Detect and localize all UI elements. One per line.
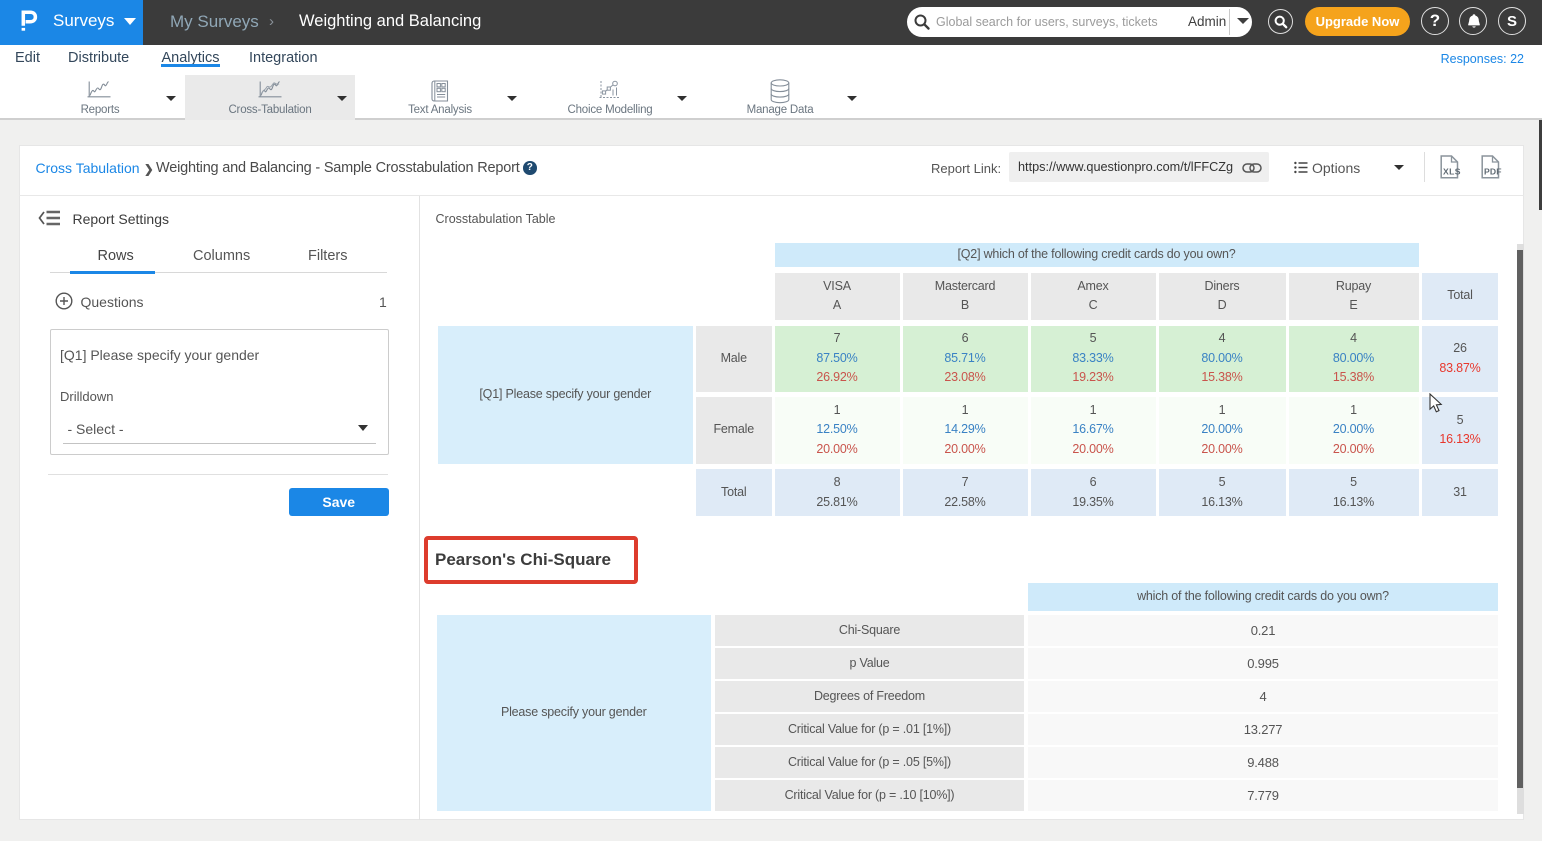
svg-text:XLS: XLS — [1443, 167, 1461, 177]
svg-text:PDF: PDF — [1484, 167, 1502, 177]
